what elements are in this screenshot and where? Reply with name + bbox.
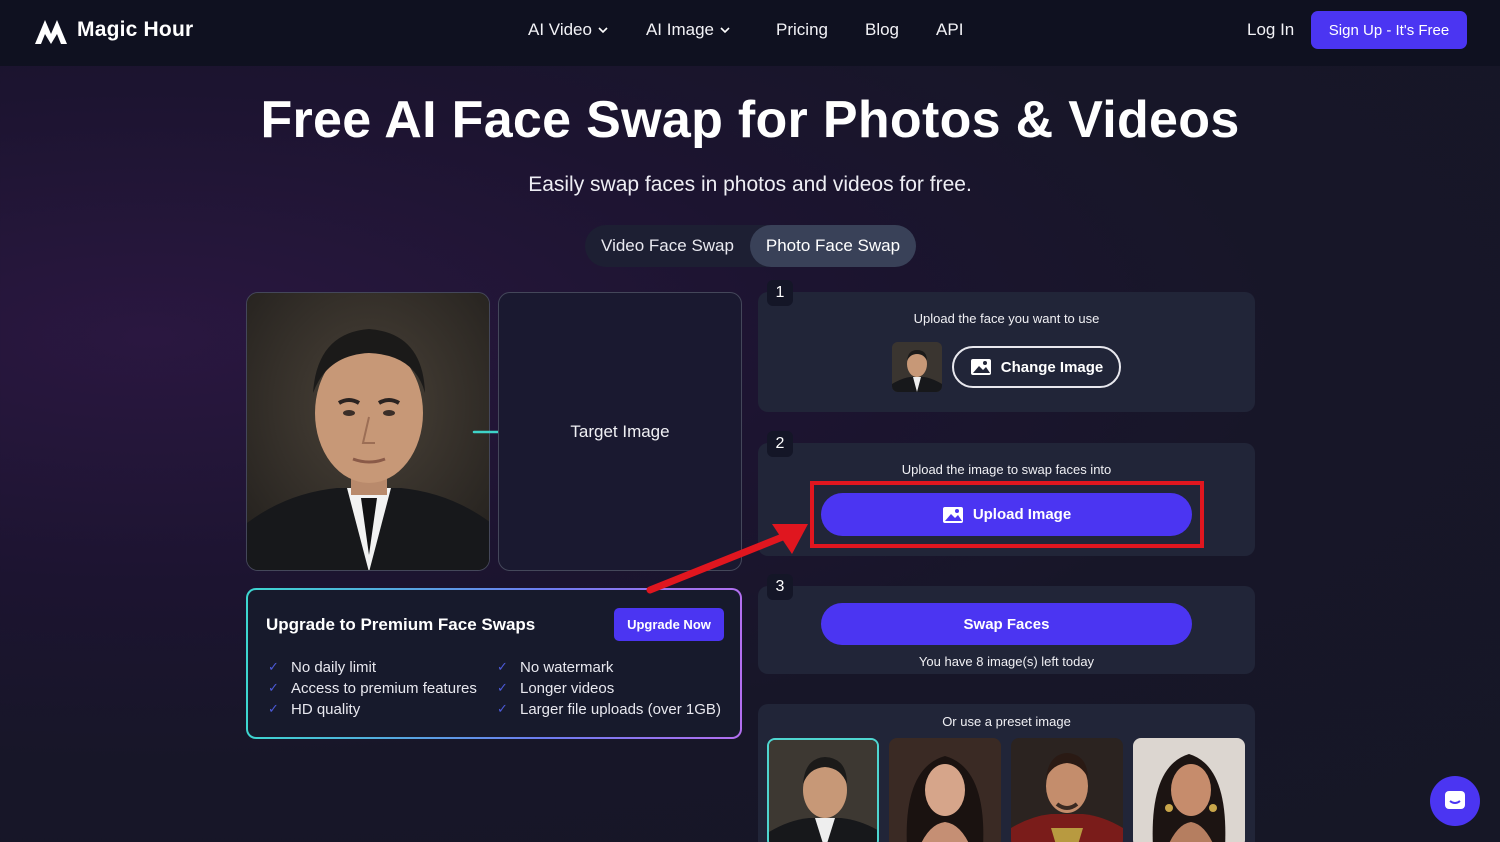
- nav-links: AI Video AI Image Pricing Blog API: [528, 20, 963, 40]
- feature-item: ✓ HD quality: [268, 700, 361, 718]
- chevron-down-icon: [598, 27, 608, 34]
- preset-woman-dark-hair[interactable]: [889, 738, 1001, 842]
- source-face-preview: [246, 292, 490, 571]
- magic-hour-logo-icon: [35, 20, 67, 44]
- check-icon: ✓: [268, 659, 279, 674]
- preset-woman-jewelry[interactable]: [1133, 738, 1245, 842]
- tab-photo-face-swap[interactable]: Photo Face Swap: [750, 225, 916, 267]
- nav-ai-image[interactable]: AI Image: [646, 20, 730, 40]
- brand-name: Magic Hour: [77, 18, 194, 41]
- feature-item: ✓ No daily limit: [268, 658, 377, 676]
- step-1-panel: Upload the face you want to use Change I…: [758, 292, 1255, 412]
- feature-item: ✓ Longer videos: [497, 679, 615, 697]
- tab-video-face-swap[interactable]: Video Face Swap: [585, 225, 750, 267]
- nav-ai-video[interactable]: AI Video: [528, 20, 608, 40]
- page-title: Free AI Face Swap for Photos & Videos: [260, 91, 1240, 149]
- image-icon: [970, 359, 991, 375]
- check-icon: ✓: [497, 659, 508, 674]
- chevron-down-icon: [720, 27, 730, 34]
- selected-face-thumbnail: [892, 342, 942, 392]
- upgrade-now-button[interactable]: Upgrade Now: [614, 608, 724, 641]
- signup-button[interactable]: Sign Up - It's Free: [1311, 11, 1467, 49]
- check-icon: ✓: [268, 701, 279, 716]
- nav-pricing[interactable]: Pricing: [776, 20, 828, 40]
- preset-caption: Or use a preset image: [942, 714, 1071, 729]
- nav-blog[interactable]: Blog: [865, 20, 899, 40]
- change-image-button[interactable]: Change Image: [952, 346, 1121, 388]
- highlight-box: [810, 481, 1204, 548]
- nav-ai-video-label: AI Video: [528, 20, 592, 39]
- login-link[interactable]: Log In: [1247, 20, 1294, 40]
- top-nav: Magic Hour AI Video AI Image Pricing Blo…: [0, 0, 1500, 66]
- feature-item: ✓ Access to premium features: [268, 679, 477, 697]
- preset-man-armor[interactable]: [1011, 738, 1123, 842]
- step-1-caption: Upload the face you want to use: [913, 311, 1100, 326]
- page-subtitle: Easily swap faces in photos and videos f…: [528, 173, 972, 196]
- chat-icon: [1445, 791, 1465, 809]
- nav-api[interactable]: API: [936, 20, 963, 40]
- check-icon: ✓: [268, 680, 279, 695]
- change-image-label: Change Image: [1000, 358, 1104, 376]
- remaining-count: You have 8 image(s) left today: [918, 654, 1095, 669]
- features-right: ✓ No watermark ✓ Longer videos ✓ Larger fil…: [497, 658, 721, 718]
- step-1-number: 1: [767, 280, 793, 306]
- preset-list: [767, 738, 1245, 842]
- feature-item: ✓ No watermark: [497, 658, 614, 676]
- check-icon: ✓: [497, 701, 508, 716]
- upgrade-title: Upgrade to Premium Face Swaps: [266, 615, 536, 634]
- preset-man-suit[interactable]: [767, 738, 879, 842]
- mode-toggle: Video Face Swap Photo Face Swap: [585, 225, 916, 267]
- brand[interactable]: Magic Hour: [33, 14, 193, 46]
- step-2-number: 2: [767, 431, 793, 457]
- source-face-image: [247, 293, 489, 570]
- features-left: ✓ No daily limit ✓ Access to premium featu…: [268, 658, 477, 718]
- check-icon: ✓: [497, 680, 508, 695]
- swap-faces-button[interactable]: Swap Faces: [821, 603, 1192, 645]
- nav-ai-image-label: AI Image: [645, 20, 715, 39]
- chat-widget-button[interactable]: [1430, 776, 1480, 826]
- annotation-arrow-icon: [646, 524, 808, 594]
- step-2-caption: Upload the image to swap faces into: [901, 462, 1112, 477]
- feature-item: ✓ Larger file uploads (over 1GB): [497, 700, 721, 718]
- upgrade-card: Upgrade to Premium Face Swaps Upgrade No…: [246, 588, 742, 739]
- preset-panel: Or use a preset image: [758, 704, 1255, 842]
- target-image-label: Target Image: [570, 421, 670, 441]
- step-3-panel: Swap Faces You have 8 image(s) left toda…: [758, 586, 1255, 674]
